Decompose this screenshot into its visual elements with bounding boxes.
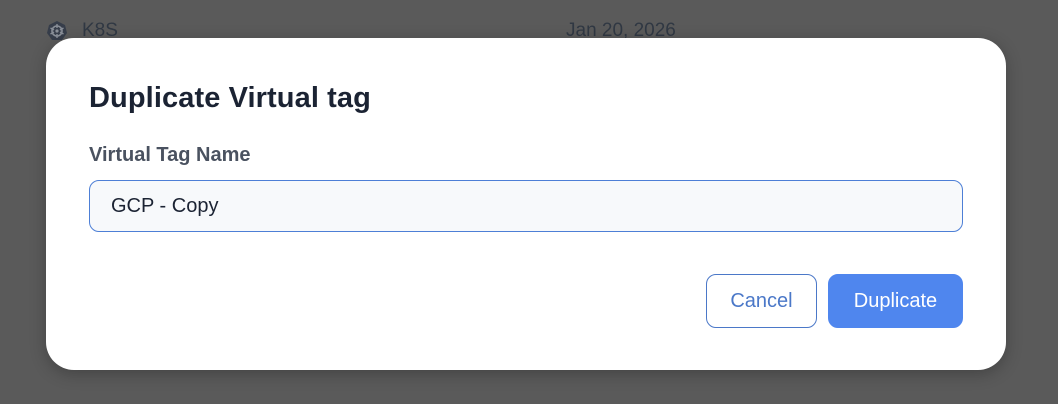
duplicate-button[interactable]: Duplicate	[828, 274, 963, 328]
cancel-button[interactable]: Cancel	[706, 274, 817, 328]
virtual-tag-name-input[interactable]	[89, 180, 963, 232]
dialog-title: Duplicate Virtual tag	[89, 82, 371, 114]
duplicate-virtual-tag-dialog: Duplicate Virtual tag Virtual Tag Name C…	[46, 38, 1006, 370]
virtual-tag-name-label: Virtual Tag Name	[89, 144, 251, 166]
